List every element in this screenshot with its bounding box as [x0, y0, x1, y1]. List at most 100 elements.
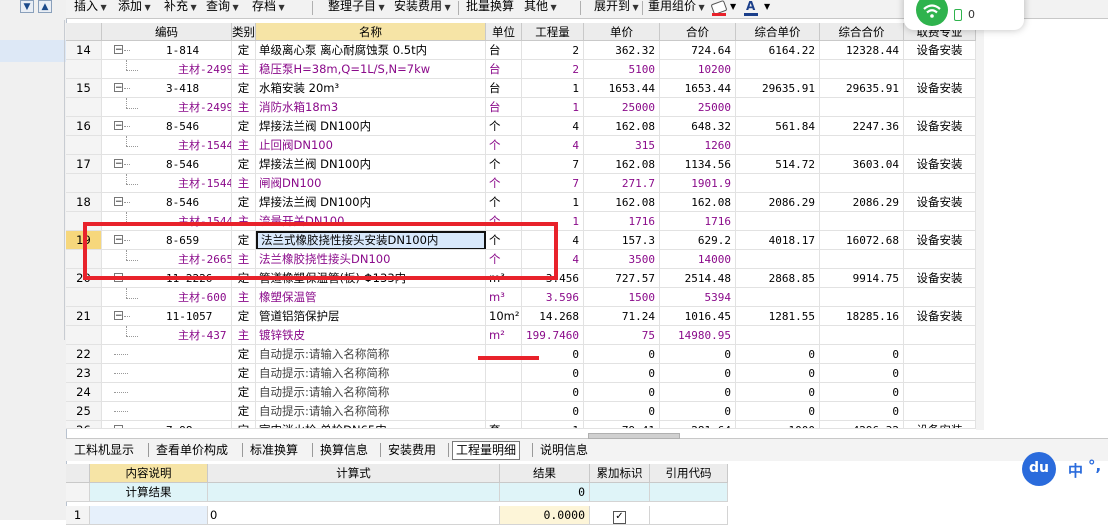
cell-uprice[interactable]: 0	[736, 364, 820, 382]
cell-price[interactable]: 157.3	[584, 231, 660, 249]
cell-qty[interactable]: 199.7460	[522, 326, 584, 344]
cell-qty[interactable]: 4	[522, 136, 584, 154]
cell-price[interactable]: 79.41	[584, 421, 660, 428]
move-up-icon[interactable]: ▲	[38, 0, 52, 13]
cell-type[interactable]: 定	[232, 421, 256, 428]
quota-row[interactable]: 24 定自动提示:请输入名称简称 0 0 0 0 0	[66, 383, 976, 402]
cell-qty[interactable]: 2	[522, 41, 584, 59]
cell-uprice[interactable]	[736, 60, 820, 78]
cell-qty[interactable]: 1	[522, 79, 584, 97]
quota-row[interactable]: 14 1-814 定单级离心泵 离心耐腐蚀泵 0.5t内台 2 362.32 724.64…	[66, 41, 976, 60]
cell-utotal[interactable]	[820, 212, 904, 230]
cell-fee[interactable]: 设备安装	[904, 307, 976, 325]
cell-utotal[interactable]: 29635.91	[820, 79, 904, 97]
cell-price[interactable]: 75	[584, 326, 660, 344]
network-notification[interactable]: 0	[904, 0, 1024, 30]
collapse-toggle-icon[interactable]: −	[114, 121, 123, 131]
tab-2[interactable]: 标准换算	[250, 442, 298, 459]
quota-row[interactable]: 18 8-546 定焊接法兰阀 DN100内个 1 162.08 162.08 2086.2…	[66, 193, 976, 212]
header-quantity[interactable]: 工程量	[522, 23, 584, 41]
cell-qty[interactable]: 0	[522, 364, 584, 382]
cell-utotal[interactable]: 18285.16	[820, 307, 904, 325]
cell-utotal[interactable]	[820, 174, 904, 192]
tab-0[interactable]: 工料机显示	[74, 442, 134, 459]
quota-row[interactable]: 25 定自动提示:请输入名称简称 0 0 0 0 0	[66, 402, 976, 421]
cell-uprice[interactable]: 561.84	[736, 117, 820, 135]
cell-unit[interactable]: 个	[486, 174, 522, 192]
collapse-toggle-icon[interactable]: −	[114, 159, 123, 169]
material-row[interactable]: 主材-437 主镀锌铁皮 m² 199.7460 75 14980.95	[66, 326, 976, 345]
cell-total[interactable]: 25000	[660, 98, 736, 116]
cell-name[interactable]: 焊接法兰阀 DN100内	[256, 117, 486, 135]
cell-fee[interactable]	[904, 364, 976, 382]
quota-row[interactable]: 267-98定室内消火栓 单栓DN65内套179.41281.641000429…	[66, 421, 976, 429]
cell-utotal[interactable]	[820, 288, 904, 306]
cell-uprice[interactable]: 0	[736, 383, 820, 401]
header-reference-code[interactable]: 引用代码	[650, 464, 728, 483]
cell-qty[interactable]: 7	[522, 155, 584, 173]
cell-uprice[interactable]	[736, 98, 820, 116]
cell-uprice[interactable]: 29635.91	[736, 79, 820, 97]
cell-unit[interactable]: 台	[486, 41, 522, 59]
tab-6[interactable]: 说明信息	[540, 442, 588, 459]
tab-5[interactable]: 工程量明细	[452, 441, 521, 460]
header-result[interactable]: 结果	[500, 464, 590, 483]
toolbar-item-3[interactable]: 查询 ▼	[206, 0, 239, 18]
cell-utotal[interactable]: 16072.68	[820, 231, 904, 249]
cell-name[interactable]: 橡塑保温管	[256, 288, 486, 306]
cell-type[interactable]: 定	[232, 117, 256, 135]
header-content-description[interactable]: 内容说明	[90, 464, 208, 483]
cell-uprice[interactable]: 2086.29	[736, 193, 820, 211]
cell-qty[interactable]: 0	[522, 402, 584, 420]
cell-qty[interactable]: 1	[522, 421, 584, 428]
cell-fee[interactable]	[904, 136, 976, 154]
collapse-toggle-icon[interactable]: −	[114, 311, 123, 321]
cell-fee[interactable]: 设备安装	[904, 269, 976, 287]
cell-unit[interactable]: m²	[486, 326, 522, 344]
header-composite-unit-price[interactable]: 综合单价	[736, 23, 820, 41]
cell-uprice[interactable]: 6164.22	[736, 41, 820, 59]
move-down-icon[interactable]: ▼	[20, 0, 34, 13]
cell-unit[interactable]: 个	[486, 117, 522, 135]
cell-uprice[interactable]	[736, 174, 820, 192]
cell-unit[interactable]	[486, 364, 522, 382]
cell-total[interactable]: 648.32	[660, 117, 736, 135]
cell-unit[interactable]: 台	[486, 98, 522, 116]
tab-1[interactable]: 查看单价构成	[156, 442, 228, 459]
cell-fee[interactable]: 设备安装	[904, 117, 976, 135]
cell-uprice[interactable]: 1000	[736, 421, 820, 428]
cell-fee[interactable]	[904, 345, 976, 363]
cell-type[interactable]: 定	[232, 79, 256, 97]
cell-qty[interactable]: 0	[522, 383, 584, 401]
cell-total[interactable]: 0	[660, 345, 736, 363]
cell-utotal[interactable]	[820, 250, 904, 268]
cell-price[interactable]: 3500	[584, 250, 660, 268]
cell-price[interactable]: 71.24	[584, 307, 660, 325]
cell-price[interactable]: 1653.44	[584, 79, 660, 97]
cell-unit[interactable]	[486, 383, 522, 401]
cell-utotal[interactable]: 0	[820, 364, 904, 382]
quota-row[interactable]: 16 8-546 定焊接法兰阀 DN100内个 4 162.08 648.32 561.84…	[66, 117, 976, 136]
cell-fee[interactable]: 设备安装	[904, 231, 976, 249]
toolbar-item-2[interactable]: 补充 ▼	[164, 0, 197, 18]
cell-uprice[interactable]	[736, 326, 820, 344]
header-accumulate-flag[interactable]: 累加标识	[590, 464, 650, 483]
cell-qty[interactable]: 3.596	[522, 288, 584, 306]
cell-price[interactable]: 0	[584, 402, 660, 420]
header-name[interactable]: 名称	[256, 23, 486, 41]
cell-total[interactable]: 1653.44	[660, 79, 736, 97]
quota-row[interactable]: 22 定自动提示:请输入名称简称 0 0 0 0 0	[66, 345, 976, 364]
cell-total[interactable]: 1716	[660, 212, 736, 230]
cell-type[interactable]: 主	[232, 136, 256, 154]
detail-cell-result[interactable]: 0.0000	[500, 506, 590, 525]
cell-type[interactable]: 定	[232, 41, 256, 59]
cell-qty[interactable]: 4	[522, 117, 584, 135]
cell-fee[interactable]	[904, 326, 976, 344]
cell-total[interactable]: 1901.9	[660, 174, 736, 192]
cell-total[interactable]: 0	[660, 383, 736, 401]
cell-type[interactable]: 定	[232, 193, 256, 211]
cell-name[interactable]: 自动提示:请输入名称简称	[256, 345, 486, 363]
cell-name[interactable]: 焊接法兰阀 DN100内	[256, 193, 486, 211]
material-row[interactable]: 主材-154401主闸阀DN100个7271.71901.9	[66, 174, 976, 193]
quota-row[interactable]: 17 8-546 定焊接法兰阀 DN100内个 7 162.08 1134.56 514.7…	[66, 155, 976, 174]
